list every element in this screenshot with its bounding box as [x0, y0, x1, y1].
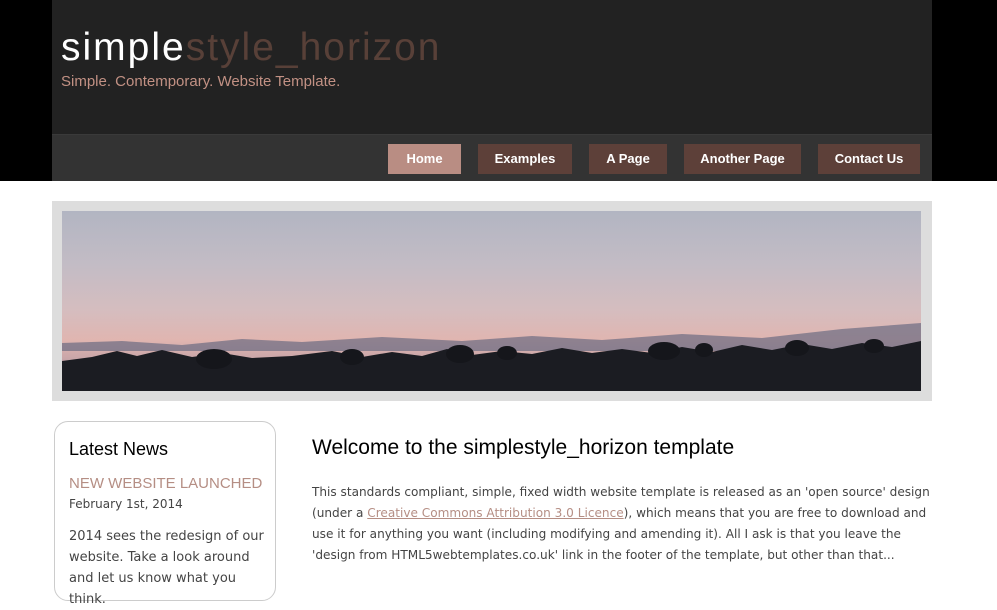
news-item-date: February 1st, 2014 — [69, 497, 183, 511]
logo-text-style-horizon: style_horizon — [185, 26, 442, 69]
licence-link[interactable]: Creative Commons Attribution 3.0 Licence — [367, 506, 623, 520]
site-logo[interactable]: simplestyle_horizon — [61, 26, 442, 70]
menu-item-contact-us[interactable]: Contact Us — [818, 144, 920, 174]
menu-item-another-page[interactable]: Another Page — [684, 144, 801, 174]
intro-paragraph: This standards compliant, simple, fixed … — [312, 482, 937, 566]
page-title: Welcome to the simplestyle_horizon templ… — [312, 436, 735, 459]
sidebar-title: Latest News — [69, 439, 169, 459]
banner — [52, 201, 932, 401]
sidebar-latest-news: Latest News NEW WEBSITE LAUNCHED Februar… — [54, 421, 276, 607]
menu-item-examples[interactable]: Examples — [478, 144, 572, 174]
logo-text-simple: simple — [61, 26, 186, 69]
menu-item-a-page[interactable]: A Page — [589, 144, 667, 174]
banner-sunset-image — [62, 211, 921, 391]
site-slogan: Simple. Contemporary. Website Template. — [61, 73, 341, 90]
news-item-body: 2014 sees the redesign of our website. T… — [69, 529, 264, 607]
menu-item-home[interactable]: Home — [388, 144, 461, 174]
main-menu: Home Examples A Page Another Page Contac… — [52, 134, 932, 181]
news-item-title: NEW WEBSITE LAUNCHED — [69, 475, 263, 492]
site-header: simplestyle_horizon Simple. Contemporary… — [52, 0, 932, 134]
